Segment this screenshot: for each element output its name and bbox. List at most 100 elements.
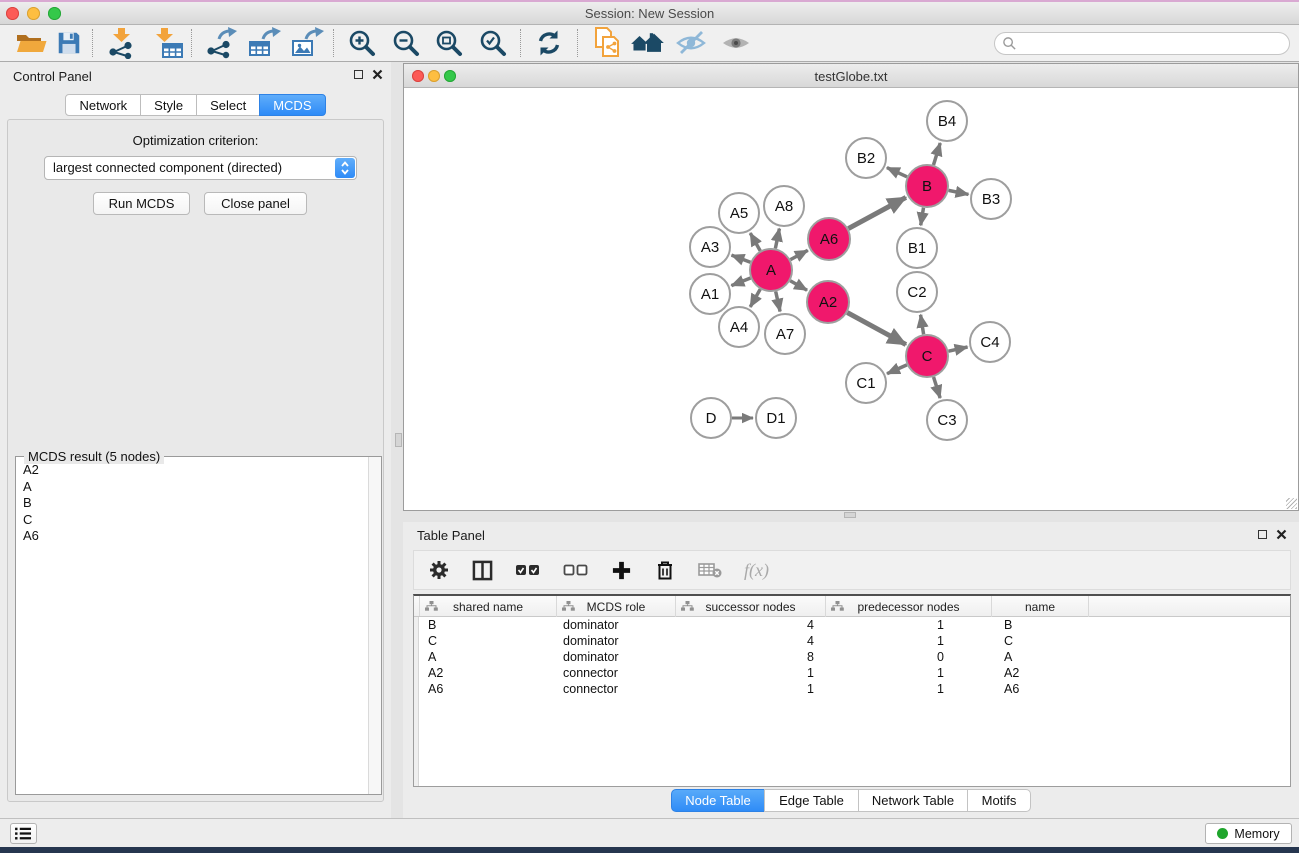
edge-C-C3[interactable] — [934, 377, 941, 398]
close-table-panel-icon[interactable] — [1276, 529, 1287, 540]
edge-B-B4[interactable] — [933, 143, 940, 165]
result-item[interactable]: B — [16, 495, 368, 512]
edge-A-A4[interactable] — [750, 289, 760, 307]
cell-MCDS-role[interactable]: dominator — [557, 633, 676, 649]
task-history-button[interactable] — [10, 823, 37, 844]
toggle-column-view-icon[interactable] — [472, 556, 493, 584]
close-panel-icon[interactable] — [372, 69, 383, 80]
hide-graphics-details-icon[interactable] — [672, 26, 710, 60]
tab-edge-table[interactable]: Edge Table — [764, 789, 859, 812]
column-header-name[interactable]: name — [992, 596, 1089, 617]
select-all-columns-icon[interactable] — [515, 556, 541, 584]
column-header-successor-nodes[interactable]: successor nodes — [676, 596, 826, 617]
show-graphics-details-icon[interactable] — [717, 26, 755, 60]
tab-style[interactable]: Style — [140, 94, 197, 116]
result-item[interactable]: A6 — [16, 528, 368, 545]
tab-network-table[interactable]: Network Table — [858, 789, 968, 812]
column-header-predecessor-nodes[interactable]: predecessor nodes — [826, 596, 992, 617]
cell-successor-nodes[interactable]: 4 — [676, 617, 826, 633]
table-row[interactable]: Bdominator41B — [414, 617, 1290, 633]
graph-node-B4[interactable]: B4 — [927, 101, 967, 141]
network-graph-canvas[interactable]: AA2A6BCA1A3A4A5A7A8B1B2B3B4C1C2C3C4DD1 — [404, 89, 1298, 510]
import-table-icon[interactable] — [149, 26, 187, 60]
cell-name[interactable]: A — [992, 649, 1089, 665]
cell-MCDS-role[interactable]: connector — [557, 681, 676, 697]
zoom-selected-icon[interactable] — [474, 26, 512, 60]
cell-name[interactable]: A2 — [992, 665, 1089, 681]
cell-MCDS-role[interactable]: connector — [557, 665, 676, 681]
cell-name[interactable]: B — [992, 617, 1089, 633]
cell-shared-name[interactable]: B — [420, 617, 557, 633]
cell-predecessor-nodes[interactable]: 1 — [826, 617, 992, 633]
graph-node-A4[interactable]: A4 — [719, 307, 759, 347]
refresh-layout-icon[interactable] — [530, 26, 568, 60]
edge-B-B1[interactable] — [921, 208, 924, 226]
edge-A-A7[interactable] — [776, 291, 780, 311]
graph-node-A1[interactable]: A1 — [690, 274, 730, 314]
cell-name[interactable]: C — [992, 633, 1089, 649]
edge-C-C2[interactable] — [921, 315, 924, 335]
edge-A-A1[interactable] — [731, 278, 750, 286]
cell-MCDS-role[interactable]: dominator — [557, 649, 676, 665]
cell-predecessor-nodes[interactable]: 1 — [826, 665, 992, 681]
edge-B-B2[interactable] — [887, 168, 907, 177]
graph-node-A8[interactable]: A8 — [764, 186, 804, 226]
save-session-icon[interactable] — [50, 26, 88, 60]
edge-A-A8[interactable] — [775, 229, 779, 249]
export-table-icon[interactable] — [245, 26, 283, 60]
graph-node-A3[interactable]: A3 — [690, 227, 730, 267]
table-row[interactable]: Adominator80A — [414, 649, 1290, 665]
graph-node-A2[interactable]: A2 — [807, 281, 849, 323]
result-scrollbar[interactable] — [368, 457, 381, 794]
graph-node-C1[interactable]: C1 — [846, 363, 886, 403]
zoom-in-icon[interactable] — [343, 26, 381, 60]
graph-node-C3[interactable]: C3 — [927, 400, 967, 440]
cell-successor-nodes[interactable]: 8 — [676, 649, 826, 665]
graph-node-D[interactable]: D — [691, 398, 731, 438]
zoom-out-icon[interactable] — [387, 26, 425, 60]
home-icon[interactable] — [628, 26, 666, 60]
resize-grip-icon[interactable] — [1286, 498, 1297, 509]
edge-A-A3[interactable] — [732, 255, 751, 262]
criterion-dropdown[interactable]: largest connected component (directed) — [44, 156, 357, 180]
zoom-fit-icon[interactable] — [430, 26, 468, 60]
cell-shared-name[interactable]: C — [420, 633, 557, 649]
cell-shared-name[interactable]: A2 — [420, 665, 557, 681]
float-table-panel-icon[interactable] — [1258, 530, 1267, 539]
graph-node-A6[interactable]: A6 — [808, 218, 850, 260]
tab-motifs[interactable]: Motifs — [967, 789, 1031, 812]
graph-node-B2[interactable]: B2 — [846, 138, 886, 178]
add-column-icon[interactable] — [611, 556, 632, 584]
edge-A6-B[interactable] — [848, 197, 906, 228]
edge-A-A6[interactable] — [790, 250, 807, 259]
edge-C-C4[interactable] — [948, 347, 967, 351]
horizontal-split-grip[interactable] — [844, 512, 856, 518]
graph-node-B1[interactable]: B1 — [897, 228, 937, 268]
close-panel-button[interactable]: Close panel — [204, 192, 307, 215]
result-item[interactable]: A2 — [16, 462, 368, 479]
tab-node-table[interactable]: Node Table — [671, 789, 765, 812]
edge-A2-C[interactable] — [847, 313, 906, 345]
table-row[interactable]: A2connector11A2 — [414, 665, 1290, 681]
graph-node-B3[interactable]: B3 — [971, 179, 1011, 219]
import-network-icon[interactable] — [103, 26, 141, 60]
export-image-icon[interactable] — [288, 26, 326, 60]
delete-table-icon[interactable] — [698, 556, 722, 584]
cell-name[interactable]: A6 — [992, 681, 1089, 697]
graph-node-B[interactable]: B — [906, 165, 948, 207]
cell-shared-name[interactable]: A — [420, 649, 557, 665]
edge-A-A5[interactable] — [750, 233, 760, 251]
edge-A-A2[interactable] — [790, 281, 807, 290]
column-header-MCDS-role[interactable]: MCDS role — [557, 596, 676, 617]
tab-select[interactable]: Select — [196, 94, 260, 116]
memory-button[interactable]: Memory — [1205, 823, 1292, 844]
cell-successor-nodes[interactable]: 1 — [676, 665, 826, 681]
search-field[interactable] — [994, 32, 1290, 55]
table-row[interactable]: Cdominator41C — [414, 633, 1290, 649]
edge-B-B3[interactable] — [949, 190, 969, 194]
settings-gear-icon[interactable] — [428, 556, 450, 584]
edge-C-C1[interactable] — [887, 365, 907, 374]
function-builder-icon[interactable]: f(x) — [744, 556, 769, 584]
graph-node-A7[interactable]: A7 — [765, 314, 805, 354]
graph-node-C2[interactable]: C2 — [897, 272, 937, 312]
